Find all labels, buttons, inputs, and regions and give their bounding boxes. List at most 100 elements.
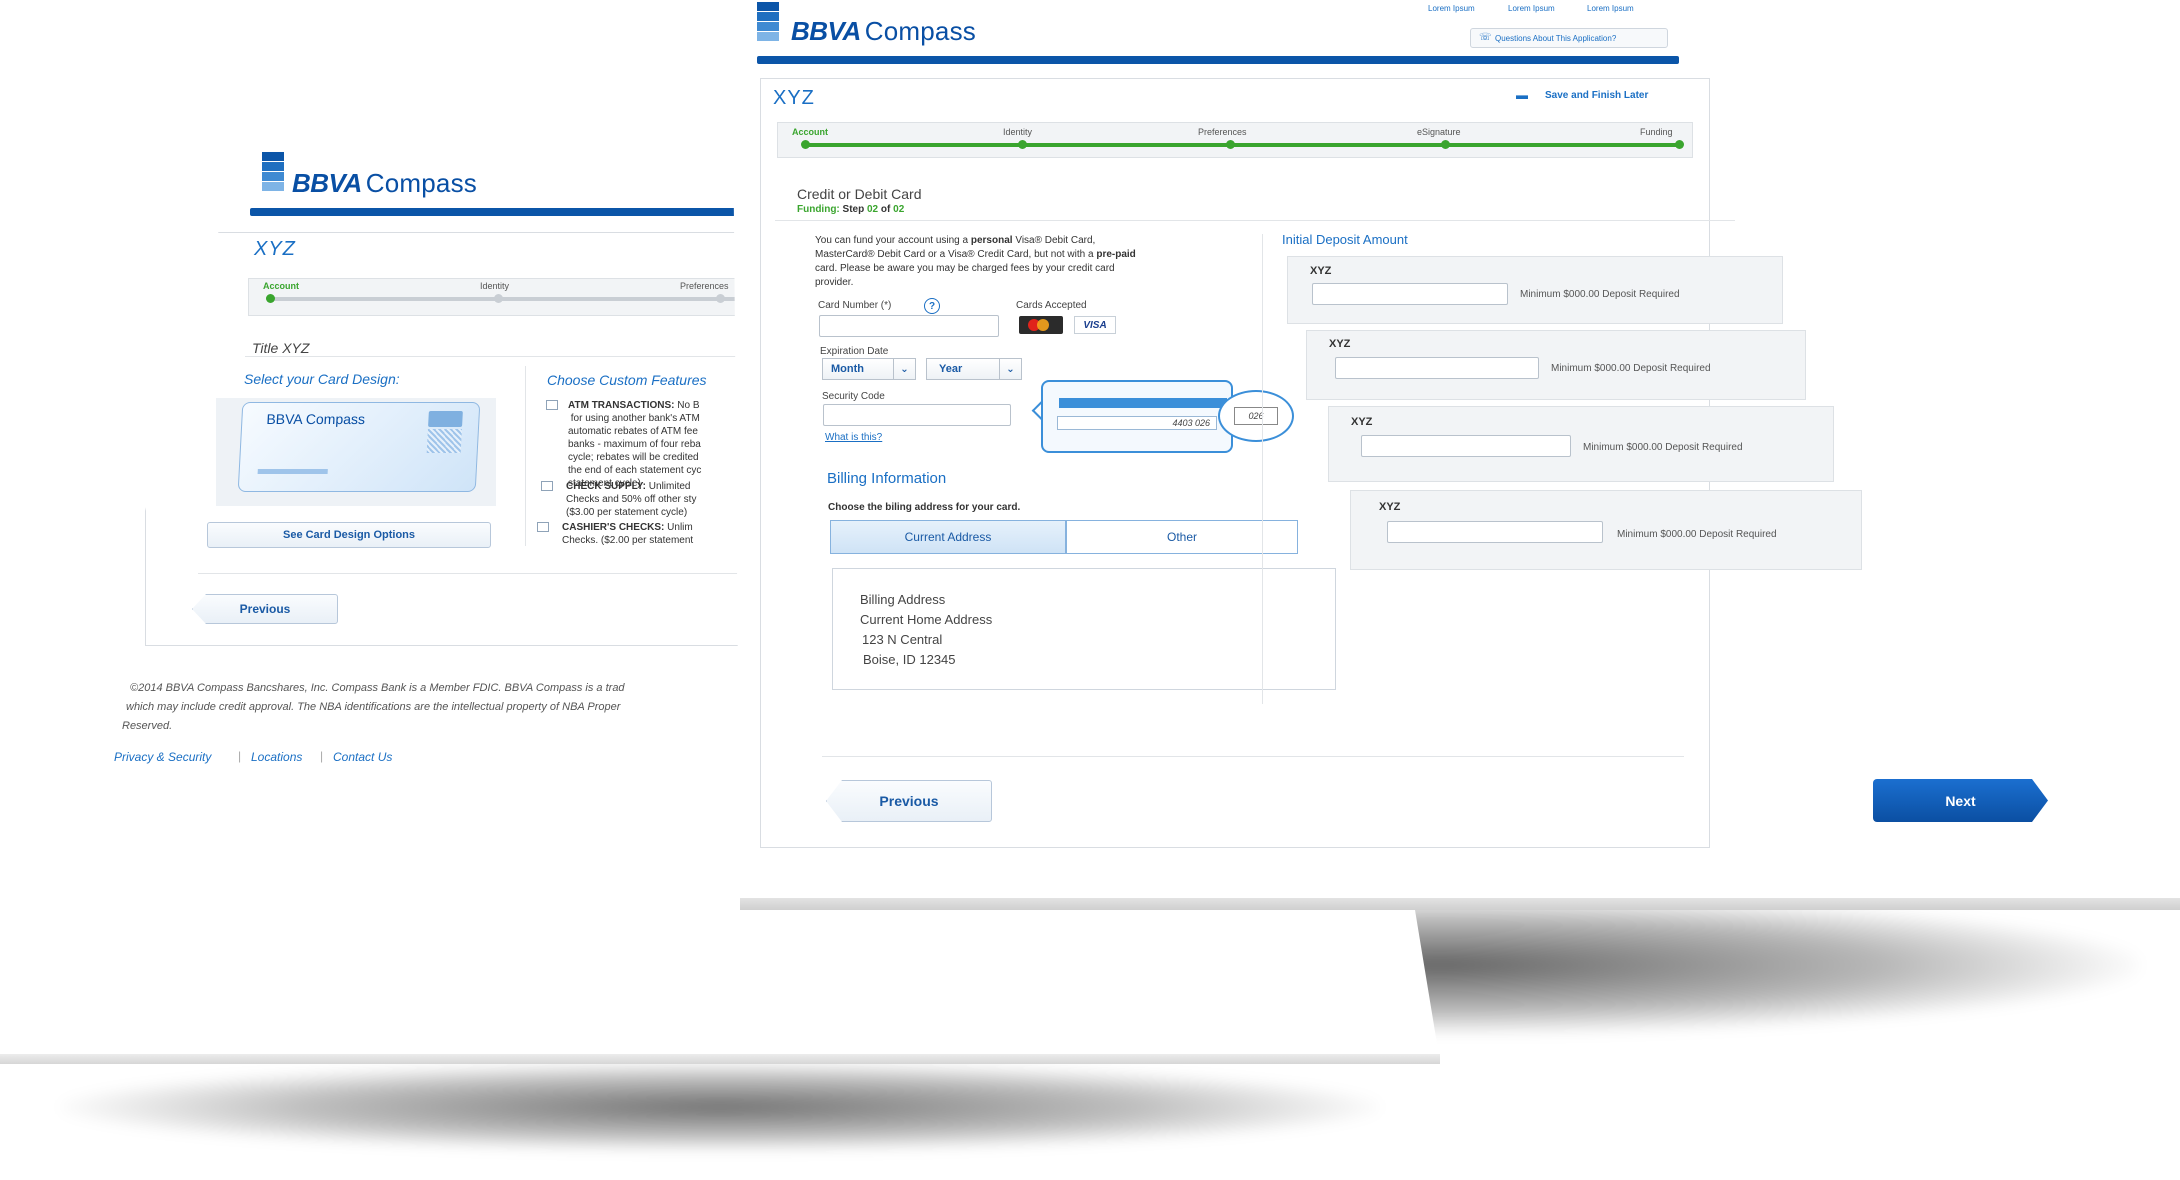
help-icon: ☏ bbox=[1479, 32, 1492, 43]
deposit-note: Minimum $000.00 Deposit Required bbox=[1551, 363, 1711, 374]
billing-prompt: Choose the biling address for your card. bbox=[828, 502, 1021, 513]
funding-step-indicator: Funding: Step 02 of 02 bbox=[797, 204, 905, 215]
card-number-stripe bbox=[257, 469, 328, 474]
tab-other[interactable]: Other bbox=[1066, 520, 1298, 554]
cvv-zoom-circle: 026 bbox=[1218, 390, 1294, 442]
card-number-label: Card Number (*) bbox=[818, 300, 892, 311]
back-sheet-shadow bbox=[60, 1062, 1380, 1152]
top-link[interactable]: Lorem Ipsum bbox=[1587, 4, 1634, 13]
deposit-amount-input[interactable] bbox=[1312, 283, 1508, 305]
card-hologram bbox=[426, 429, 462, 453]
security-code-input[interactable] bbox=[823, 404, 1011, 426]
divider bbox=[775, 220, 1735, 221]
address-line: 123 N Central bbox=[862, 632, 943, 647]
save-icon[interactable]: ▬ bbox=[1516, 88, 1528, 102]
divider bbox=[822, 756, 1684, 757]
deposit-card: XYZ Minimum $000.00 Deposit Required bbox=[1328, 406, 1834, 482]
progress-dot-preferences bbox=[1226, 140, 1235, 149]
column-divider bbox=[525, 366, 526, 546]
card-chip bbox=[428, 411, 463, 427]
front-sheet-edge bbox=[740, 898, 2180, 910]
year-select[interactable]: Year ⌄ bbox=[926, 358, 1022, 380]
deposit-heading: Initial Deposit Amount bbox=[1282, 232, 1408, 247]
address-line: Current Home Address bbox=[860, 612, 993, 627]
deposit-amount-input[interactable] bbox=[1335, 357, 1539, 379]
footer-link-locations[interactable]: Locations bbox=[251, 750, 302, 764]
logo-mark bbox=[262, 152, 284, 192]
header-rule bbox=[757, 56, 1679, 64]
footer-link-privacy[interactable]: Privacy & Security bbox=[114, 750, 211, 764]
progress-dot-funding bbox=[1675, 140, 1684, 149]
deposit-note: Minimum $000.00 Deposit Required bbox=[1520, 289, 1680, 300]
step-account: Account bbox=[263, 281, 299, 291]
mockup-stage: BBVA Compass XYZ Account Identity Prefere… bbox=[0, 0, 2180, 1180]
features-heading: Choose Custom Features bbox=[547, 372, 707, 388]
card-design-heading: Select your Card Design: bbox=[244, 371, 400, 387]
cvv-card-illustration: 4403 026 bbox=[1041, 380, 1233, 453]
help-button[interactable]: ☏ Questions About This Application? bbox=[1470, 28, 1668, 48]
deposit-note: Minimum $000.00 Deposit Required bbox=[1583, 442, 1743, 453]
feature-checkbox-cashiers[interactable] bbox=[537, 522, 549, 532]
debit-card-image: BBVA Compass bbox=[237, 402, 481, 492]
feature-checkbox-atm[interactable] bbox=[546, 400, 558, 410]
help-circle-icon[interactable]: ? bbox=[924, 298, 940, 314]
mastercard-icon bbox=[1019, 316, 1063, 334]
progress-dot-identity bbox=[494, 294, 503, 303]
section-title: Title XYZ bbox=[252, 340, 310, 356]
chevron-down-icon: ⌄ bbox=[893, 359, 915, 379]
deposit-label: XYZ bbox=[1351, 416, 1373, 428]
address-line: Boise, ID 12345 bbox=[863, 652, 956, 667]
footer-line: ©2014 BBVA Compass Bancshares, Inc. Comp… bbox=[130, 682, 625, 694]
address-block: Billing Address Current Home Address 123… bbox=[860, 590, 992, 670]
step-identity: Identity bbox=[1003, 127, 1033, 137]
progress-dot-account bbox=[266, 294, 275, 303]
tab-current-address[interactable]: Current Address bbox=[830, 520, 1066, 554]
feature-checkbox-check-supply[interactable] bbox=[541, 481, 553, 491]
step-account: Account bbox=[792, 127, 828, 137]
card-logo: BBVA Compass bbox=[266, 411, 366, 427]
footer-line: which may include credit approval. The N… bbox=[126, 701, 621, 713]
address-line: Billing Address bbox=[860, 592, 946, 607]
month-select[interactable]: Month ⌄ bbox=[822, 358, 916, 380]
progress-dot-account bbox=[801, 140, 810, 149]
deposit-card: XYZ Minimum $000.00 Deposit Required bbox=[1350, 490, 1862, 570]
progress-dot-identity bbox=[1018, 140, 1027, 149]
help-label: Questions About This Application? bbox=[1495, 34, 1617, 43]
back-sheet-edge bbox=[0, 1054, 1440, 1064]
security-code-label: Security Code bbox=[822, 391, 885, 402]
signature-strip: 4403 026 bbox=[1057, 416, 1217, 430]
progress-dot-preferences bbox=[716, 294, 725, 303]
step-preferences: Preferences bbox=[680, 281, 729, 291]
progress-dot-esignature bbox=[1441, 140, 1450, 149]
cvv-digits: 026 bbox=[1234, 407, 1278, 425]
logo-mark bbox=[757, 2, 779, 42]
step-identity: Identity bbox=[480, 281, 510, 291]
step-funding: Funding bbox=[1640, 127, 1673, 137]
deposit-label: XYZ bbox=[1310, 265, 1332, 277]
see-card-design-button[interactable]: See Card Design Options bbox=[207, 522, 491, 548]
funding-instructions: You can fund your account using a person… bbox=[815, 235, 1136, 288]
next-button[interactable]: Next bbox=[1873, 779, 2048, 822]
whats-this-link[interactable]: What is this? bbox=[825, 432, 882, 443]
save-and-finish-link[interactable]: Save and Finish Later bbox=[1545, 90, 1648, 101]
top-link[interactable]: Lorem Ipsum bbox=[1508, 4, 1555, 13]
visa-icon: VISA bbox=[1074, 316, 1116, 334]
footer-separator: | bbox=[320, 749, 324, 763]
section-title: Credit or Debit Card bbox=[797, 186, 922, 202]
magnetic-stripe bbox=[1059, 398, 1227, 408]
column-divider bbox=[1262, 234, 1263, 704]
previous-button[interactable]: Previous bbox=[826, 780, 992, 822]
previous-button[interactable]: Previous bbox=[192, 594, 338, 624]
chevron-down-icon: ⌄ bbox=[999, 359, 1021, 379]
footer-link-contact[interactable]: Contact Us bbox=[333, 750, 392, 764]
top-link[interactable]: Lorem Ipsum bbox=[1428, 4, 1475, 13]
deposit-note: Minimum $000.00 Deposit Required bbox=[1617, 529, 1777, 540]
deposit-label: XYZ bbox=[1329, 338, 1351, 350]
card-number-input[interactable] bbox=[819, 315, 999, 337]
brand-logo: BBVA Compass bbox=[292, 168, 477, 198]
deposit-card: XYZ Minimum $000.00 Deposit Required bbox=[1306, 330, 1806, 400]
deposit-amount-input[interactable] bbox=[1387, 521, 1603, 543]
deposit-amount-input[interactable] bbox=[1361, 435, 1571, 457]
page-title: XYZ bbox=[773, 87, 815, 109]
step-preferences: Preferences bbox=[1198, 127, 1247, 137]
